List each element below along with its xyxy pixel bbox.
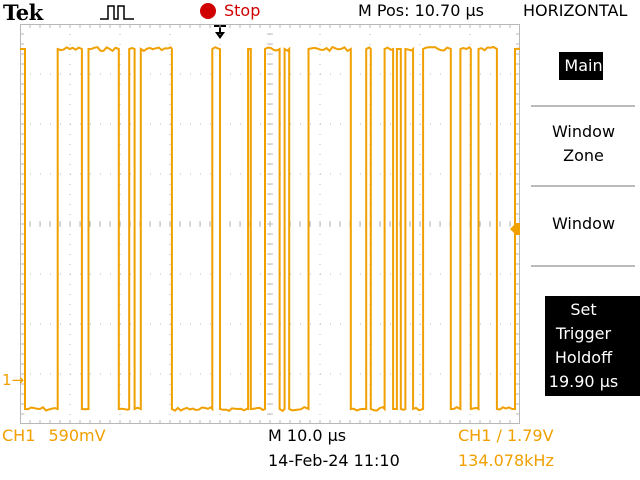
stop-indicator-icon [200, 3, 216, 19]
menu-separator [531, 265, 635, 267]
trigger-readout: CH1 ∕ 1.79V [458, 426, 554, 445]
bottom-readouts: CH1 590mV M 10.0 µs 14-Feb-24 11:10 CH1 … [0, 424, 640, 480]
run-state-label: Stop [224, 1, 261, 20]
menu-button-window-label: Window [551, 214, 616, 233]
ground-arrow-icon: → [11, 371, 25, 389]
menu-button-window-zone-line1: Window [551, 122, 616, 141]
menu-button-window-zone[interactable]: Window Zone [527, 120, 640, 168]
ch1-waveform [20, 45, 520, 413]
brand-logo: Tek [3, 0, 43, 25]
holdoff-line2: Trigger [555, 324, 612, 343]
top-status-bar: Tek Stop M Pos: 10.70 µs HORIZONTAL [0, 0, 640, 25]
menu-button-main-label: Main [564, 56, 603, 75]
menu-separator [531, 105, 635, 107]
holdoff-value: 19.90 µs [548, 372, 619, 391]
acquisition-pulse-icon [100, 5, 134, 20]
date-time-readout: 14-Feb-24 11:10 [268, 451, 400, 470]
holdoff-line3: Holdoff [554, 348, 613, 367]
timebase-readout: M 10.0 µs [268, 426, 347, 445]
side-menu: Main Window Zone Window Set Trigger Hold… [527, 24, 640, 424]
frequency-readout: 134.078kHz [458, 451, 554, 470]
ch1-ground-marker[interactable]: 1→ [2, 371, 24, 389]
horizontal-position-readout: M Pos: 10.70 µs [358, 1, 484, 20]
graticule [20, 24, 520, 424]
oscilloscope-display[interactable] [20, 24, 520, 424]
ch1-scale-readout: CH1 590mV [2, 426, 106, 445]
ch1-ground-marker-label: 1 [2, 371, 12, 389]
trigger-level-marker-icon [510, 223, 520, 235]
menu-button-window-zone-line2: Zone [563, 146, 604, 165]
menu-button-window[interactable]: Window [527, 212, 640, 236]
menu-title: HORIZONTAL [523, 1, 628, 20]
menu-button-trigger-holdoff[interactable]: Set Trigger Holdoff 19.90 µs [527, 296, 640, 396]
menu-separator [531, 185, 635, 187]
menu-button-main[interactable]: Main [527, 52, 640, 80]
holdoff-line1: Set [570, 300, 597, 319]
